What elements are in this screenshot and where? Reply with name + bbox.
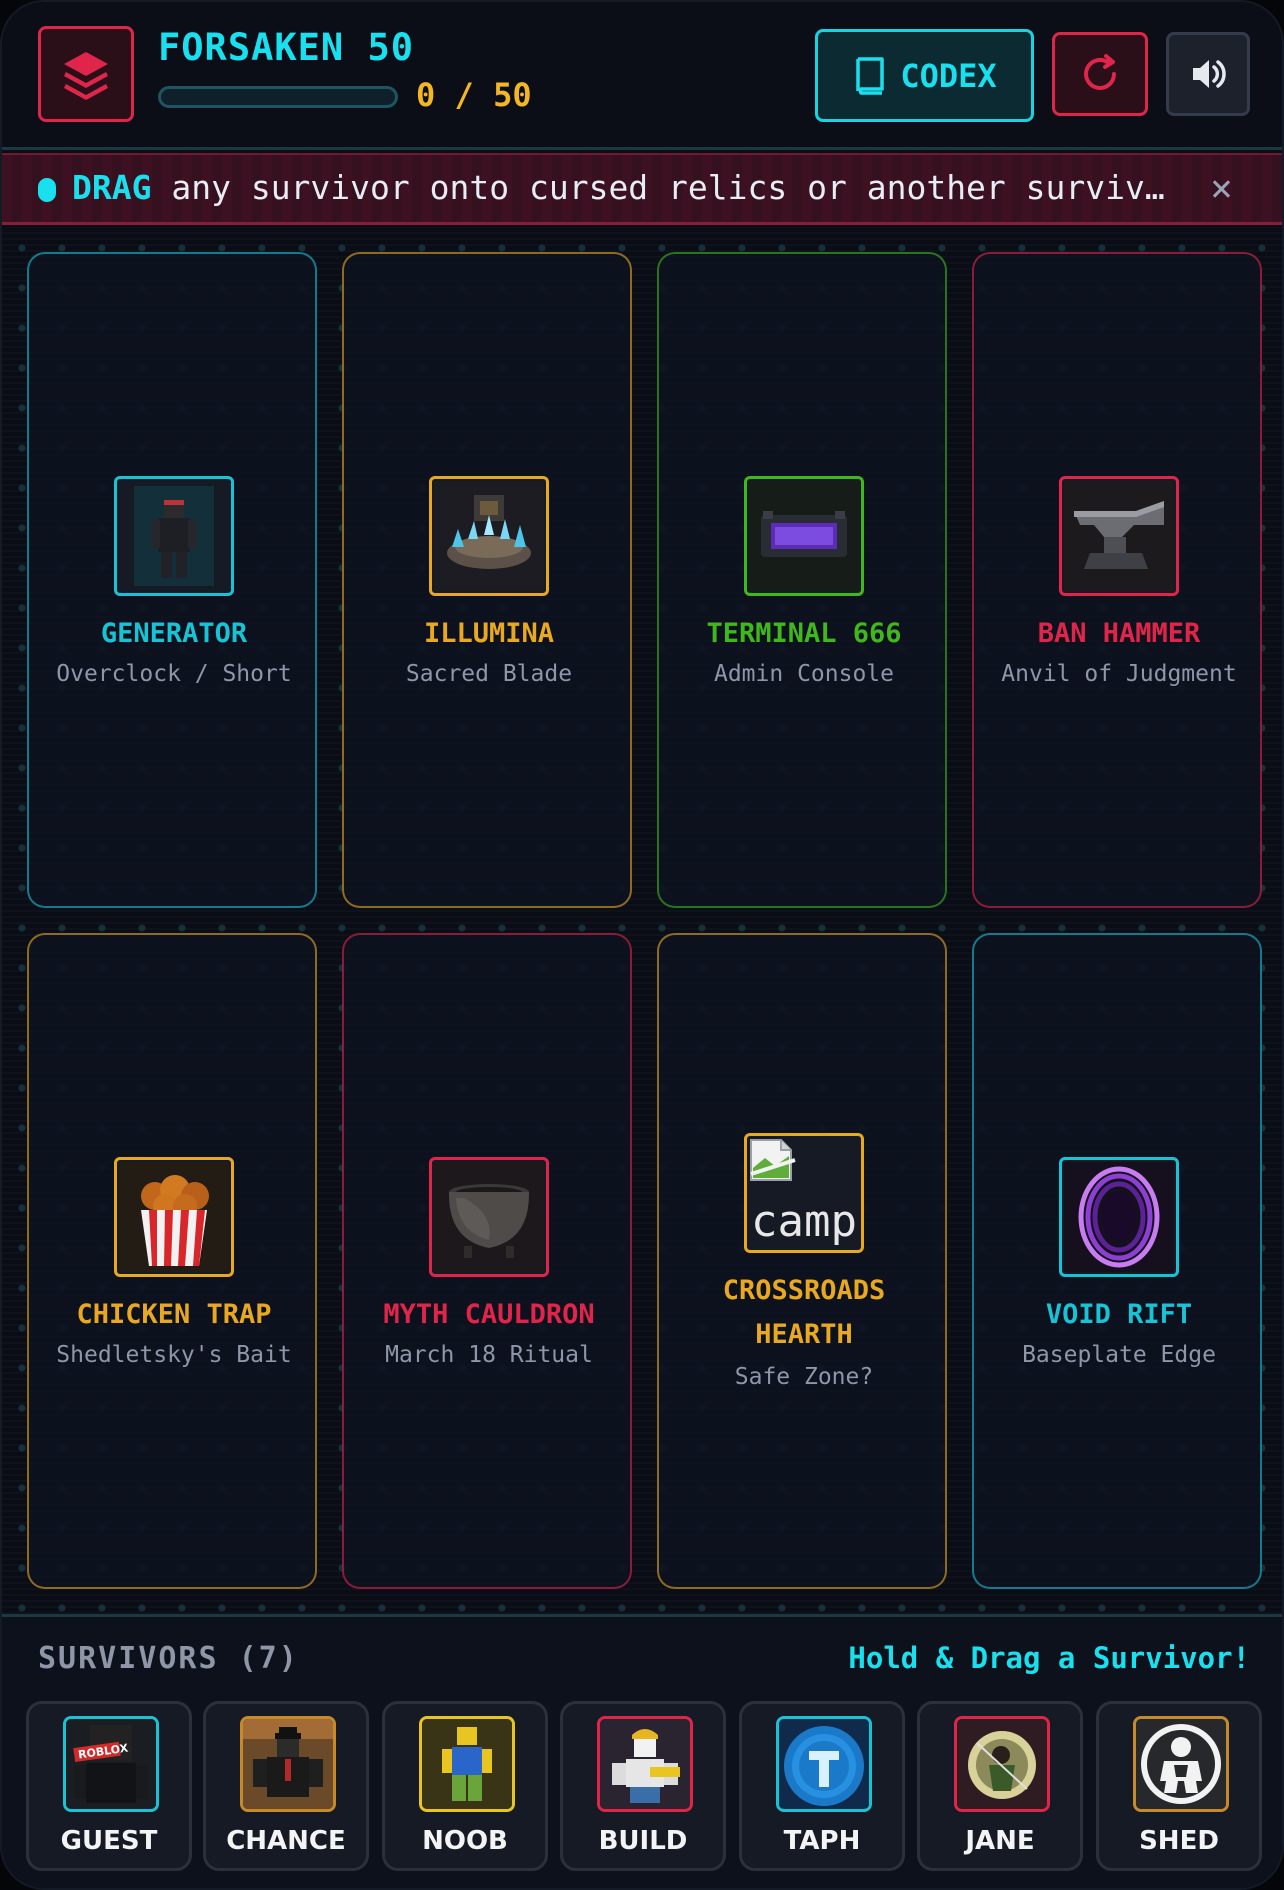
relic-icon-frame bbox=[744, 476, 864, 596]
relic-name: TERMINAL 666 bbox=[706, 618, 902, 649]
relic-card-myth-cauldron[interactable]: MYTH CAULDRON March 18 Ritual bbox=[342, 933, 632, 1589]
codex-button[interactable]: CODEX bbox=[815, 29, 1034, 122]
survivor-name: TAPH bbox=[783, 1826, 861, 1856]
broken-image-icon bbox=[750, 1139, 796, 1181]
relic-icon-frame bbox=[114, 1157, 234, 1277]
hint-banner: DRAG any survivor onto cursed relics or … bbox=[2, 153, 1282, 225]
layers-icon bbox=[64, 52, 108, 100]
relic-name: GENERATOR bbox=[100, 618, 248, 649]
survivor-tray: SURVIVORS (7) Hold & Drag a Survivor! RO… bbox=[2, 1614, 1282, 1888]
chance-avatar-icon bbox=[243, 1719, 333, 1809]
relic-card-illumina[interactable]: ILLUMINA Sacred Blade bbox=[342, 252, 632, 908]
relic-name: ILLUMINA bbox=[423, 618, 555, 649]
survivor-icon-frame bbox=[240, 1716, 336, 1812]
anvil-icon bbox=[1064, 481, 1174, 591]
relic-card-terminal-666[interactable]: TERMINAL 666 Admin Console bbox=[657, 252, 947, 908]
game-title: FORSAKEN 50 bbox=[158, 26, 415, 69]
relic-icon-frame bbox=[429, 476, 549, 596]
banner-body: any survivor onto cursed relics or anoth… bbox=[171, 168, 1182, 207]
relic-subtitle: Anvil of Judgment bbox=[1001, 661, 1237, 687]
speaker-icon bbox=[1193, 60, 1226, 88]
survivor-icon-frame: ROBLOX bbox=[63, 1716, 159, 1812]
codex-label: CODEX bbox=[900, 56, 997, 95]
relic-icon-frame bbox=[1059, 1157, 1179, 1277]
builderman-avatar-icon bbox=[600, 1719, 690, 1809]
survivor-name: SHED bbox=[1139, 1826, 1219, 1856]
crystal-altar-icon bbox=[434, 481, 544, 591]
relic-subtitle: Overclock / Short bbox=[56, 661, 292, 687]
survivor-name: BUILD bbox=[598, 1826, 688, 1856]
banner-indicator bbox=[38, 178, 56, 202]
survivor-icon-frame bbox=[776, 1716, 872, 1812]
progress-counter: 0 / 50 bbox=[416, 76, 532, 114]
survivor-card-build[interactable]: BUILD bbox=[560, 1701, 726, 1871]
relic-subtitle: Sacred Blade bbox=[405, 661, 573, 687]
survivor-card-jane[interactable]: JANE bbox=[917, 1701, 1083, 1871]
relic-subtitle: Safe Zone? bbox=[734, 1364, 874, 1390]
sound-button[interactable] bbox=[1166, 32, 1250, 116]
jane-avatar-icon bbox=[957, 1719, 1047, 1809]
relic-card-chicken-trap[interactable]: CHICKEN TRAP Shedletsky's Bait bbox=[27, 933, 317, 1589]
relic-name-line-2: HEARTH bbox=[755, 1319, 853, 1350]
banner-close-button[interactable]: × bbox=[1210, 165, 1233, 211]
relic-card-ban-hammer[interactable]: BAN HAMMER Anvil of Judgment bbox=[972, 252, 1262, 908]
relic-name: MYTH CAULDRON bbox=[383, 1299, 595, 1330]
reset-icon bbox=[1084, 54, 1116, 90]
terminal-icon bbox=[749, 481, 859, 591]
relic-subtitle: Baseplate Edge bbox=[1022, 1342, 1216, 1368]
relic-name: BAN HAMMER bbox=[1037, 618, 1201, 649]
relic-subtitle: March 18 Ritual bbox=[385, 1342, 593, 1368]
relic-subtitle: Admin Console bbox=[713, 661, 894, 687]
survivor-icon-frame bbox=[419, 1716, 515, 1812]
relic-name: VOID RIFT bbox=[1045, 1299, 1193, 1330]
fried-chicken-bucket-icon bbox=[119, 1162, 229, 1272]
top-bar: FORSAKEN 50 0 / 50 CODEX bbox=[2, 2, 1282, 150]
purple-portal-icon bbox=[1064, 1162, 1174, 1272]
noob-avatar-icon bbox=[422, 1719, 512, 1809]
guest-avatar-icon: ROBLOX bbox=[66, 1719, 156, 1809]
survivor-name: JANE bbox=[965, 1826, 1035, 1856]
relic-card-void-rift[interactable]: VOID RIFT Baseplate Edge bbox=[972, 933, 1262, 1589]
survivor-name: GUEST bbox=[60, 1826, 158, 1856]
book-icon bbox=[856, 56, 885, 95]
menu-button[interactable] bbox=[38, 26, 134, 122]
relic-icon-frame: camp bbox=[744, 1133, 864, 1253]
survivor-icon-frame bbox=[597, 1716, 693, 1812]
survivor-icon-frame bbox=[954, 1716, 1050, 1812]
shedletsky-avatar-icon bbox=[1136, 1719, 1226, 1809]
relic-name-line-1: CROSSROADS bbox=[722, 1275, 886, 1306]
survivor-card-chance[interactable]: CHANCE bbox=[203, 1701, 369, 1871]
relic-icon-frame bbox=[114, 476, 234, 596]
survivor-card-guest[interactable]: ROBLOX GUEST bbox=[26, 1701, 192, 1871]
relic-subtitle: Shedletsky's Bait bbox=[56, 1342, 292, 1368]
cauldron-icon bbox=[434, 1162, 544, 1272]
relic-board: GENERATOR Overclock / Short ILLUMINA Sac… bbox=[2, 228, 1282, 1614]
relic-name: CHICKEN TRAP bbox=[76, 1299, 272, 1330]
relic-icon-frame bbox=[1059, 476, 1179, 596]
game-app: FORSAKEN 50 0 / 50 CODEX DRAG any surviv… bbox=[0, 0, 1284, 1890]
relic-icon-frame bbox=[429, 1157, 549, 1277]
survivor-card-noob[interactable]: NOOB bbox=[382, 1701, 548, 1871]
survivor-card-shed[interactable]: SHED bbox=[1096, 1701, 1262, 1871]
relic-card-crossroads-hearth[interactable]: camp CROSSROADS HEARTH Safe Zone? bbox=[657, 933, 947, 1589]
reset-button[interactable] bbox=[1052, 32, 1148, 116]
taph-coin-icon bbox=[779, 1719, 869, 1809]
generator-figure-icon bbox=[134, 486, 214, 586]
survivors-title: SURVIVORS (7) bbox=[38, 1641, 299, 1676]
survivor-name: NOOB bbox=[422, 1826, 508, 1856]
survivor-name: CHANCE bbox=[226, 1826, 346, 1856]
relic-card-generator[interactable]: GENERATOR Overclock / Short bbox=[27, 252, 317, 908]
banner-message: DRAG any survivor onto cursed relics or … bbox=[72, 165, 1182, 211]
survivors-hint: Hold & Drag a Survivor! bbox=[848, 1641, 1250, 1675]
survivor-icon-frame bbox=[1133, 1716, 1229, 1812]
survivor-card-taph[interactable]: TAPH bbox=[739, 1701, 905, 1871]
progress-bar bbox=[158, 86, 398, 108]
banner-keyword: DRAG bbox=[72, 168, 152, 207]
relic-image-alt-text: camp bbox=[751, 1196, 857, 1247]
